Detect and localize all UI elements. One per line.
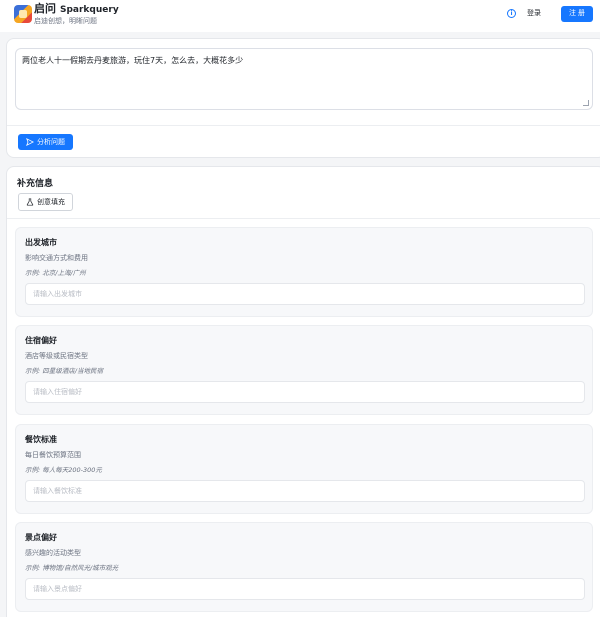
brand: 启问 Sparkquery 启迪创想，明晰问题 (34, 3, 119, 26)
analyze-button-label: 分析问题 (37, 138, 65, 146)
attraction-preference-input[interactable] (25, 578, 585, 600)
supplement-card: 补充信息 创意填充 出发城市 影响交通方式和费用 示例: 北京/上海/广州 住宿… (6, 166, 600, 617)
field-label: 景点偏好 (25, 533, 57, 542)
login-button[interactable]: 登录 (527, 8, 541, 18)
departure-city-input[interactable] (25, 283, 585, 305)
register-button[interactable]: 注 册 (561, 6, 593, 22)
field-description: 影响交通方式和费用 (25, 254, 88, 262)
field-dining-standard: 餐饮标准 每日餐饮预算范围 示例: 每人每天200-300元 (15, 424, 593, 514)
field-example: 示例: 每人每天200-300元 (25, 466, 102, 474)
field-example: 示例: 四星级酒店/当地民宿 (25, 367, 103, 375)
app-logo (14, 5, 32, 23)
field-departure-city: 出发城市 影响交通方式和费用 示例: 北京/上海/广州 (15, 227, 593, 317)
creative-fill-button[interactable]: 创意填充 (18, 193, 73, 211)
field-description: 每日餐饮预算范围 (25, 451, 81, 459)
question-card: 两位老人十一假期去丹麦旅游，玩住7天，怎么去，大概花多少 分析问题 (6, 38, 600, 158)
flask-icon (26, 198, 34, 206)
field-lodging-preference: 住宿偏好 酒店等级或民宿类型 示例: 四星级酒店/当地民宿 (15, 325, 593, 415)
dining-standard-input[interactable] (25, 480, 585, 502)
field-example: 示例: 博物馆/自然风光/城市观光 (25, 564, 119, 572)
question-input[interactable]: 两位老人十一假期去丹麦旅游，玩住7天，怎么去，大概花多少 (15, 48, 593, 110)
field-description: 感兴趣的活动类型 (25, 549, 81, 557)
field-label: 住宿偏好 (25, 336, 57, 345)
creative-fill-label: 创意填充 (37, 198, 65, 206)
field-label: 餐饮标准 (25, 435, 57, 444)
question-text: 两位老人十一假期去丹麦旅游，玩住7天，怎么去，大概花多少 (22, 56, 244, 65)
lodging-preference-input[interactable] (25, 381, 585, 403)
field-description: 酒店等级或民宿类型 (25, 352, 88, 360)
supplement-title: 补充信息 (17, 179, 54, 189)
field-attraction-preference: 景点偏好 感兴趣的活动类型 示例: 博物馆/自然风光/城市观光 (15, 522, 593, 612)
divider (7, 218, 600, 219)
brand-title-cn: 启问 (34, 2, 56, 15)
top-header: 启问 Sparkquery 启迪创想，明晰问题 i 登录 注 册 (0, 0, 600, 32)
divider (7, 125, 600, 126)
analyze-button[interactable]: 分析问题 (18, 134, 73, 150)
field-example: 示例: 北京/上海/广州 (25, 269, 86, 277)
info-icon[interactable]: i (507, 9, 516, 18)
send-icon (26, 138, 34, 146)
brand-subtitle: 启迪创想，明晰问题 (34, 17, 97, 25)
brand-title: 启问 Sparkquery (34, 3, 119, 16)
field-label: 出发城市 (25, 238, 57, 247)
resize-handle-icon[interactable] (583, 100, 589, 106)
brand-title-en: Sparkquery (60, 5, 119, 15)
